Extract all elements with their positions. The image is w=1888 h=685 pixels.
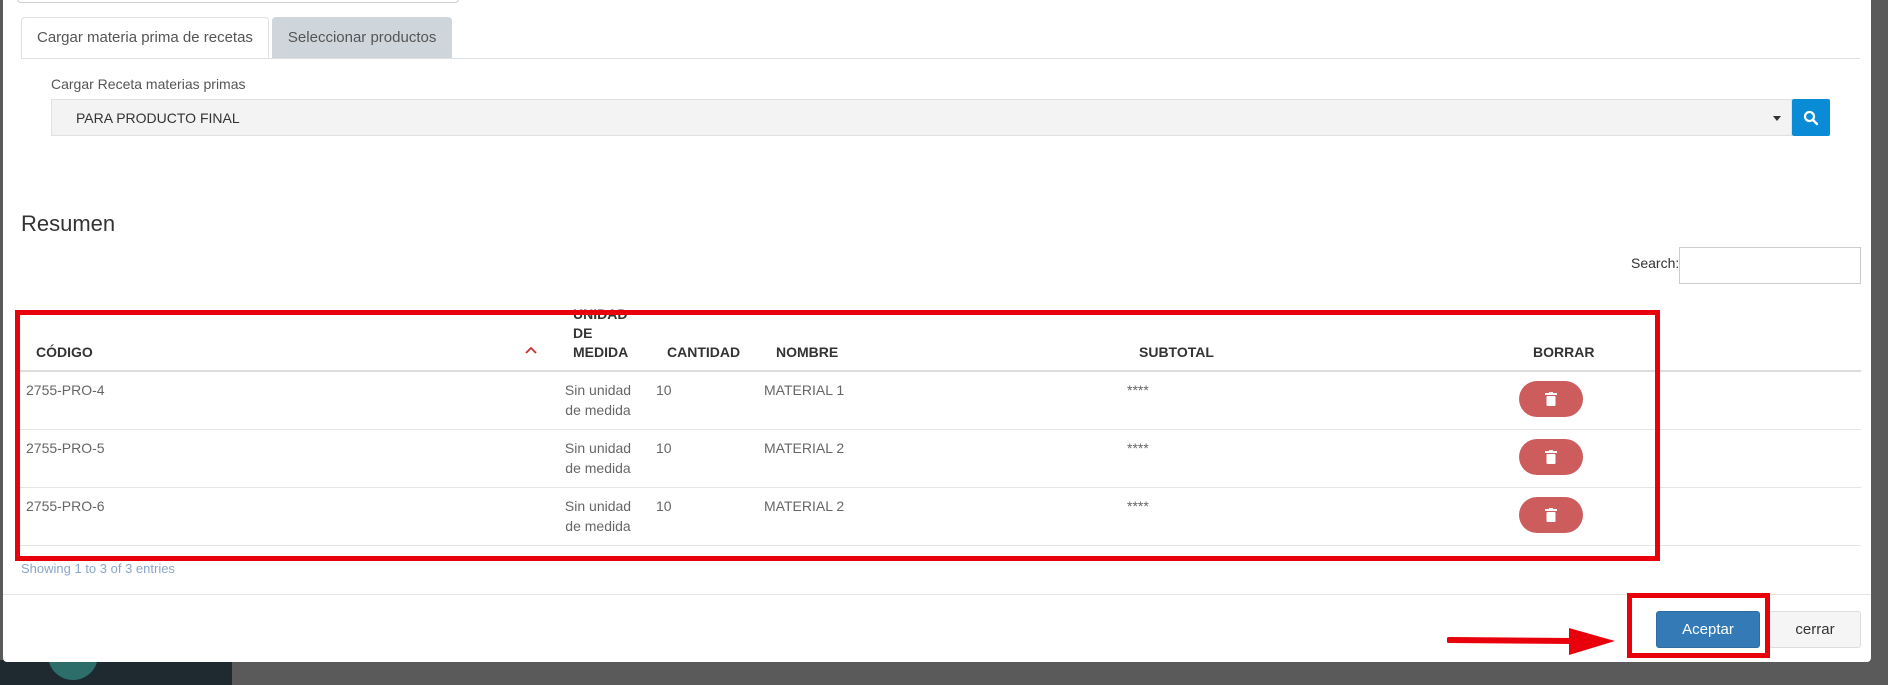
arrow-right-icon: [1447, 628, 1615, 655]
tab-seleccionar-productos[interactable]: Seleccionar productos: [271, 17, 453, 59]
section-title: Resumen: [21, 211, 116, 236]
recipe-select-value: PARA PRODUCTO FINAL: [76, 110, 240, 126]
footer-divider: [3, 594, 1871, 595]
recipe-select[interactable]: PARA PRODUCTO FINAL: [51, 99, 1792, 136]
recipe-search-button[interactable]: [1792, 99, 1830, 136]
table-search-input[interactable]: [1679, 247, 1861, 284]
tab-cargar-materia-prima[interactable]: Cargar materia prima de recetas: [21, 17, 269, 59]
close-button[interactable]: cerrar: [1769, 611, 1861, 648]
modal-dialog: Cargar materia prima de recetas Seleccio…: [3, 0, 1871, 662]
annotation-table-highlight: [15, 310, 1660, 561]
table-entries-info: Showing 1 to 3 of 3 entries: [21, 561, 175, 576]
top-field-edge: [17, 0, 459, 3]
tabs-divider: [21, 58, 1860, 59]
table-search-label: Search:: [1631, 255, 1680, 271]
annotation-accept-highlight: [1627, 593, 1770, 658]
search-icon: [1803, 110, 1819, 125]
background-sidebar: [0, 660, 232, 685]
recipe-select-label: Cargar Receta materias primas: [51, 76, 246, 92]
chevron-down-icon: [1773, 116, 1781, 121]
tab-bar: Cargar materia prima de recetas Seleccio…: [21, 17, 455, 59]
